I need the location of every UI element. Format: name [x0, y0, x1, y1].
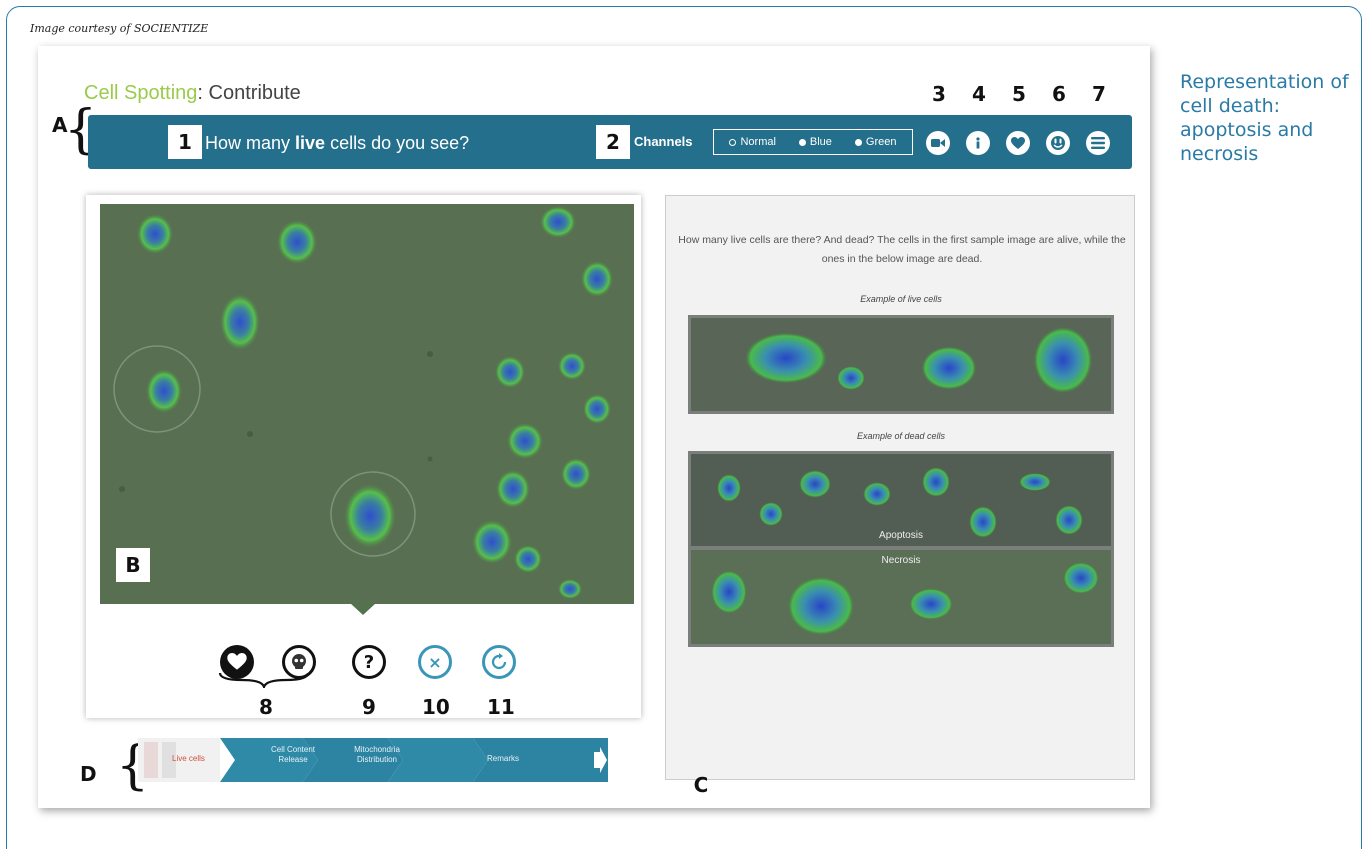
title-page: Contribute: [208, 82, 301, 104]
radio-icon: [798, 138, 806, 146]
dead-cells-graphic: [691, 454, 1111, 644]
channel-label: Green: [865, 136, 897, 148]
callout-9: 9: [362, 695, 376, 719]
callout-6: 6: [1052, 82, 1066, 106]
radio-icon: [854, 138, 862, 146]
callout-3: 3: [932, 82, 946, 106]
brace-8: [218, 672, 310, 688]
channels-label: Channels: [634, 134, 693, 149]
title-separator: :: [197, 82, 203, 104]
breadcrumb-step-remarks[interactable]: Remarks: [478, 754, 528, 763]
callout-10: 10: [422, 695, 450, 719]
callout-2: 2: [596, 125, 630, 159]
cell-image-graphic: [100, 204, 634, 604]
callout-B: B: [116, 548, 150, 582]
image-pointer: [350, 603, 376, 615]
live-cells-graphic: [691, 318, 1111, 411]
question-bold: live: [295, 133, 326, 153]
cell-microscopy-image[interactable]: [100, 204, 634, 604]
figure-caption: Representation of cell death: apoptosis …: [1180, 71, 1349, 165]
dead-example-label: Example of dead cells: [856, 431, 946, 441]
info-icon[interactable]: [966, 131, 990, 155]
live-example-image: [688, 315, 1114, 414]
channel-selector: Normal Blue Green: [713, 129, 913, 155]
question-button[interactable]: ?: [352, 645, 386, 679]
image-credit: Image courtesy of SOCIENTIZE: [30, 22, 209, 35]
necrosis-label: Necrosis: [881, 555, 921, 566]
video-icon[interactable]: [926, 131, 950, 155]
dead-example-image: [688, 451, 1114, 647]
callout-7: 7: [1092, 82, 1106, 106]
callout-11: 11: [487, 695, 515, 719]
app-brand: Cell Spotting: [84, 82, 198, 104]
apoptosis-label: Apoptosis: [879, 530, 923, 541]
question-icon: ?: [363, 651, 375, 673]
refresh-icon: [491, 653, 507, 670]
radio-icon: [729, 138, 737, 146]
callout-1: 1: [168, 125, 202, 159]
close-icon: ×: [428, 652, 442, 672]
callout-5: 5: [1012, 82, 1026, 106]
channel-option-green[interactable]: Green: [854, 136, 897, 148]
heart-icon: [227, 653, 247, 670]
callout-C: C: [693, 773, 709, 797]
channel-option-blue[interactable]: Blue: [798, 136, 832, 148]
question-pre: How many: [205, 133, 296, 153]
breadcrumb-step-content[interactable]: Cell Content Release: [258, 745, 328, 765]
callout-D: D: [80, 762, 97, 786]
live-example-label: Example of live cells: [860, 294, 942, 304]
callout-4: 4: [972, 82, 986, 106]
channel-option-normal[interactable]: Normal: [729, 136, 776, 148]
menu-icon[interactable]: [1086, 131, 1110, 155]
heart-icon[interactable]: [1006, 131, 1030, 155]
help-instructions: How many live cells are there? And dead?…: [678, 234, 1126, 265]
breadcrumb-step-mito[interactable]: Mitochondria Distribution: [342, 745, 412, 765]
refresh-button[interactable]: [482, 645, 516, 679]
callout-8: 8: [259, 695, 273, 719]
breadcrumb-step-live[interactable]: Live cells: [172, 754, 222, 763]
task-question: How many live cells do you see?: [205, 133, 469, 154]
close-button[interactable]: ×: [418, 645, 452, 679]
channel-label: Blue: [809, 136, 832, 148]
channel-label: Normal: [740, 136, 776, 148]
skull-icon: [292, 654, 306, 669]
face-icon[interactable]: [1046, 131, 1070, 155]
question-post: cells do you see?: [325, 133, 470, 153]
page-title: Cell Spotting: Contribute: [84, 82, 301, 105]
